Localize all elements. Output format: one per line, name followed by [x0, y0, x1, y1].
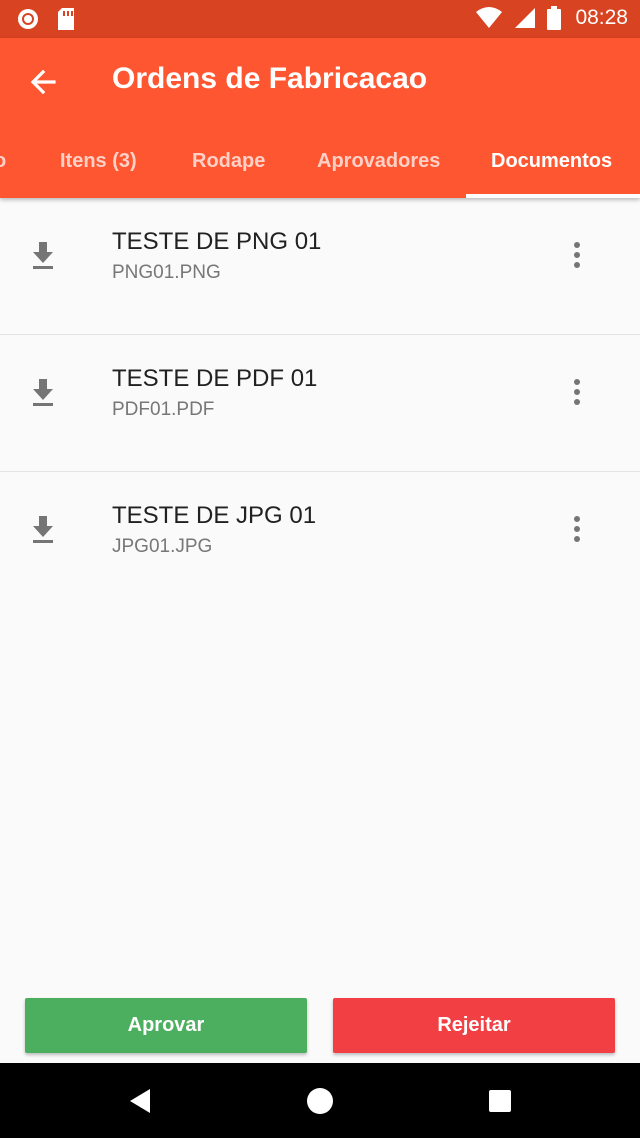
download-icon[interactable] [28, 512, 58, 546]
document-title: TESTE DE JPG 01 [112, 502, 317, 529]
status-bar: 08:28 [0, 0, 640, 38]
signal-icon [515, 8, 536, 28]
document-title: TESTE DE PDF 01 [112, 365, 318, 392]
approve-button[interactable]: Aprovar [25, 998, 307, 1053]
download-icon[interactable] [28, 375, 58, 409]
tab-rodape[interactable]: Rodape [192, 124, 265, 198]
tab-partial[interactable]: o [0, 124, 6, 198]
document-list: TESTE DE PNG 01 PNG01.PNG TESTE DE PDF 0… [0, 198, 640, 608]
home-circle-icon[interactable] [302, 1083, 338, 1119]
document-title: TESTE DE PNG 01 [112, 228, 322, 255]
record-icon [18, 9, 38, 29]
back-button[interactable] [24, 62, 64, 102]
wifi-icon [476, 7, 503, 28]
document-filename: PDF01.PDF [112, 399, 215, 420]
page-title: Ordens de Fabricacao [112, 62, 428, 95]
document-filename: PNG01.PNG [112, 262, 221, 283]
recents-square-icon[interactable] [482, 1083, 518, 1119]
app-bar: Ordens de Fabricacao o Itens (3) Rodape … [0, 38, 640, 198]
tab-documentos[interactable]: Documentos [491, 124, 612, 198]
more-vert-icon[interactable] [563, 238, 591, 272]
tab-bar: o Itens (3) Rodape Aprovadores Documento… [0, 124, 640, 198]
document-filename: JPG01.JPG [112, 536, 213, 557]
list-item[interactable]: TESTE DE JPG 01 JPG01.JPG [0, 472, 640, 608]
tab-itens[interactable]: Itens (3) [60, 124, 137, 198]
list-item[interactable]: TESTE DE PNG 01 PNG01.PNG [0, 198, 640, 335]
reject-button[interactable]: Rejeitar [333, 998, 615, 1053]
sd-card-icon [58, 8, 74, 30]
battery-icon [547, 6, 562, 30]
system-nav-bar [0, 1063, 640, 1138]
more-vert-icon[interactable] [563, 512, 591, 546]
list-item[interactable]: TESTE DE PDF 01 PDF01.PDF [0, 335, 640, 472]
back-triangle-icon[interactable] [122, 1083, 158, 1119]
tab-aprovadores[interactable]: Aprovadores [317, 124, 440, 198]
download-icon[interactable] [28, 238, 58, 272]
status-time: 08:28 [575, 6, 628, 29]
arrow-back-icon [30, 69, 56, 95]
more-vert-icon[interactable] [563, 375, 591, 409]
